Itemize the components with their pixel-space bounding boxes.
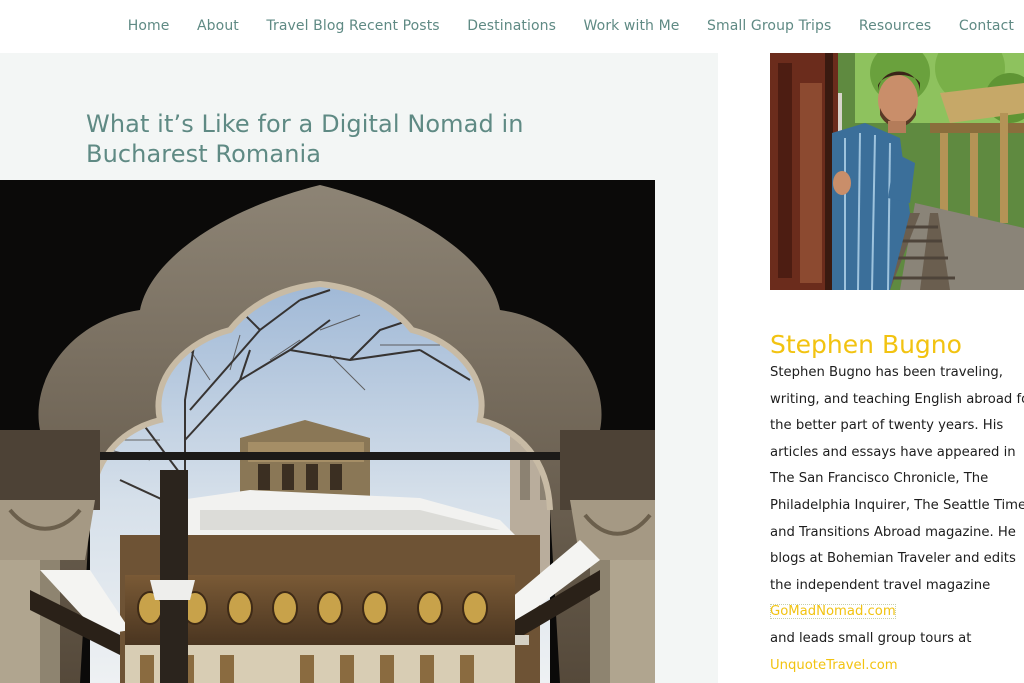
bio-link-line: UnquoteTravel.com (770, 653, 1024, 680)
nav-travel-blog-recent-posts[interactable]: Travel Blog Recent Posts (266, 18, 439, 34)
unquotetravel-link[interactable]: UnquoteTravel.com (770, 658, 898, 673)
bio-line: Philadelphia Inquirer, The Seattle Times… (770, 497, 1024, 513)
bio-line: articles and essays have appeared in (770, 444, 1016, 460)
author-bio: Stephen Bugno has been traveling, writin… (770, 360, 1024, 679)
nav-work-with-me[interactable]: Work with Me (584, 18, 680, 34)
bio-line: and Transitions Abroad magazine. He (770, 524, 1016, 540)
post-title-line-1: What it’s Like for a Digital Nomad in (86, 110, 524, 138)
gomadnomad-link[interactable]: GoMadNomad.com (770, 604, 896, 620)
bio-link-line: GoMadNomad.com (770, 599, 1024, 626)
bio-line: and leads small group tours at (770, 630, 972, 646)
bio-line: the better part of twenty years. His (770, 418, 1004, 434)
author-photo (770, 53, 1024, 290)
bio-line: writing, and teaching English abroad for (770, 391, 1024, 407)
author-name: Stephen Bugno (770, 330, 962, 359)
nav-about[interactable]: About (197, 18, 239, 34)
author-sidebar: Stephen Bugno Stephen Bugno has been tra… (770, 53, 1024, 683)
bio-line: the independent travel magazine (770, 577, 991, 593)
bio-line: blogs at Bohemian Traveler and edits (770, 551, 1016, 567)
hero-image-stavropoleos-monastery[interactable] (0, 180, 655, 683)
article-panel: What it’s Like for a Digital Nomad in Bu… (0, 53, 718, 683)
post-title-line-2: Bucharest Romania (86, 140, 322, 168)
nav-destinations[interactable]: Destinations (467, 18, 556, 34)
bio-line: The San Francisco Chronicle, The (770, 471, 989, 487)
bio-line: Stephen Bugno has been traveling, (770, 365, 1003, 380)
nav-contact[interactable]: Contact (959, 18, 1014, 34)
nav-small-group-trips[interactable]: Small Group Trips (707, 18, 831, 34)
post-title[interactable]: What it’s Like for a Digital Nomad in Bu… (86, 109, 556, 169)
nav-home[interactable]: Home (128, 18, 170, 34)
nav-resources[interactable]: Resources (859, 18, 931, 34)
main-navigation: Home About Travel Blog Recent Posts Dest… (0, 0, 1024, 52)
